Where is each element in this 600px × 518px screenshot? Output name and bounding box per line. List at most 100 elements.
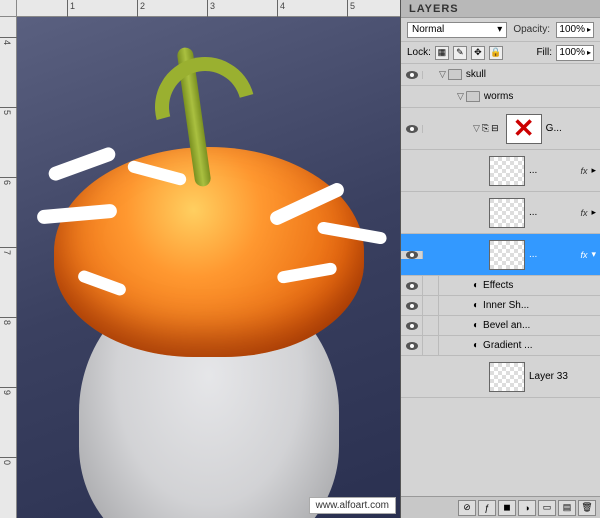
visibility-eye-icon[interactable] <box>406 251 418 259</box>
layer-name[interactable]: worms <box>484 91 600 102</box>
clip-icon: ⎘ <box>482 123 489 134</box>
artwork-image <box>17 17 400 518</box>
twisty-down-icon[interactable]: ▽ <box>473 123 480 134</box>
ruler-corner <box>0 0 17 17</box>
new-layer-button[interactable]: ▤ <box>558 500 576 516</box>
effect-name: Bevel an... <box>483 320 530 331</box>
link-col[interactable] <box>423 296 439 316</box>
fill-value: 100% <box>559 47 585 58</box>
twisty-down-icon[interactable]: ▽ <box>439 69 446 80</box>
ruler-v-tick: 5 <box>2 110 12 115</box>
disabled-mask-x-icon: ✕ <box>507 115 541 143</box>
ruler-vertical: 4 5 6 7 8 9 0 <box>0 17 17 518</box>
twisty-down-icon[interactable]: ▽ <box>457 91 464 102</box>
ruler-v-tick: 8 <box>2 320 12 325</box>
visibility-eye-icon[interactable] <box>406 125 418 133</box>
ruler-horizontal: 1 2 3 4 5 <box>17 0 400 17</box>
opacity-value: 100% <box>559 24 585 35</box>
lock-fill-row: Lock: ▦ ✎ ✥ 🔒 Fill: 100% <box>401 42 600 64</box>
layer-row-g[interactable]: ▽ ⎘ ⊟ ✕ G... <box>401 108 600 150</box>
fx-collapse-icon[interactable]: ▸ <box>591 165 596 176</box>
ruler-h-tick: 3 <box>210 1 215 11</box>
lock-label: Lock: <box>407 47 431 58</box>
layers-panel: LAYERS Normal Opacity: 100% Lock: ▦ ✎ ✥ … <box>400 0 600 518</box>
link-col[interactable] <box>423 316 439 336</box>
layers-panel-footer: ⊘ ƒ ◼ ◑ ▭ ▤ 🗑 <box>401 496 600 518</box>
effects-icon: ◐ <box>473 280 479 291</box>
effects-label: Effects <box>483 280 513 291</box>
layer-thumbnail[interactable] <box>489 240 525 270</box>
link-icon: ⊟ <box>491 123 499 134</box>
ruler-v-tick: 4 <box>2 40 12 45</box>
link-layers-button[interactable]: ⊘ <box>458 500 476 516</box>
fx-badge[interactable]: fx <box>580 208 587 218</box>
blend-mode-value: Normal <box>412 24 444 35</box>
layer-row-fx1[interactable]: ... fx ▸ <box>401 150 600 192</box>
ruler-v-tick: 6 <box>2 180 12 185</box>
effect-bevel[interactable]: ◐ Bevel an... <box>401 316 600 336</box>
delete-layer-button[interactable]: 🗑 <box>578 500 596 516</box>
layer-name[interactable]: ... <box>529 165 580 176</box>
fx-badge[interactable]: fx <box>580 166 587 176</box>
document-canvas[interactable] <box>17 17 400 518</box>
lock-all-icon[interactable]: 🔒 <box>489 46 503 60</box>
lock-transparency-icon[interactable]: ▦ <box>435 46 449 60</box>
layer-mask-thumbnail[interactable]: ✕ <box>506 114 542 144</box>
blend-mode-select[interactable]: Normal <box>407 22 507 38</box>
fx-collapse-icon[interactable]: ▸ <box>591 207 596 218</box>
layer-row-fx2[interactable]: ... fx ▸ <box>401 192 600 234</box>
visibility-eye-icon[interactable] <box>406 302 418 310</box>
lock-position-icon[interactable]: ✥ <box>471 46 485 60</box>
opacity-label: Opacity: <box>513 24 550 35</box>
layer-name[interactable]: ... <box>529 249 580 260</box>
fill-label: Fill: <box>536 47 552 58</box>
fx-expand-icon[interactable]: ▾ <box>591 249 596 260</box>
ruler-v-tick: 0 <box>2 460 12 465</box>
ruler-h-tick: 1 <box>70 1 75 11</box>
opacity-input[interactable]: 100% <box>556 22 594 38</box>
ruler-v-tick: 7 <box>2 250 12 255</box>
fill-input[interactable]: 100% <box>556 45 594 61</box>
fx-badge[interactable]: fx <box>580 250 587 260</box>
layer-group-worms[interactable]: ▽ worms <box>401 86 600 108</box>
link-col[interactable] <box>423 276 439 296</box>
link-col[interactable] <box>423 336 439 356</box>
effect-bullet-icon: ◐ <box>473 340 479 351</box>
ruler-h-tick: 2 <box>140 1 145 11</box>
visibility-eye-icon[interactable] <box>406 71 418 79</box>
effect-bullet-icon: ◐ <box>473 320 479 331</box>
effect-bullet-icon: ◐ <box>473 300 479 311</box>
layers-tab[interactable]: LAYERS <box>401 0 600 18</box>
ruler-h-tick: 4 <box>280 1 285 11</box>
visibility-eye-icon[interactable] <box>406 322 418 330</box>
layer-row-33[interactable]: Layer 33 <box>401 356 600 398</box>
folder-icon <box>466 91 480 102</box>
layer-thumbnail[interactable] <box>489 156 525 186</box>
layer-name[interactable]: Layer 33 <box>529 371 600 382</box>
layer-thumbnail[interactable] <box>489 362 525 392</box>
visibility-eye-icon[interactable] <box>406 342 418 350</box>
layer-mask-button[interactable]: ◼ <box>498 500 516 516</box>
layer-style-button[interactable]: ƒ <box>478 500 496 516</box>
effects-header: ◐ Effects <box>401 276 600 296</box>
effect-name: Inner Sh... <box>483 300 529 311</box>
new-group-button[interactable]: ▭ <box>538 500 556 516</box>
ruler-v-tick: 9 <box>2 390 12 395</box>
lock-pixels-icon[interactable]: ✎ <box>453 46 467 60</box>
effect-gradient[interactable]: ◐ Gradient ... <box>401 336 600 356</box>
visibility-eye-icon[interactable] <box>406 282 418 290</box>
layer-name[interactable]: skull <box>466 69 600 80</box>
layer-group-skull[interactable]: ▽ skull <box>401 64 600 86</box>
layer-thumbnail[interactable] <box>489 198 525 228</box>
layer-name[interactable]: ... <box>529 207 580 218</box>
blend-opacity-row: Normal Opacity: 100% <box>401 18 600 42</box>
watermark: www.alfoart.com <box>309 497 396 514</box>
adjustment-layer-button[interactable]: ◑ <box>518 500 536 516</box>
effect-inner-shadow[interactable]: ◐ Inner Sh... <box>401 296 600 316</box>
effect-name: Gradient ... <box>483 340 532 351</box>
layer-name[interactable]: G... <box>546 123 600 134</box>
layer-row-selected[interactable]: ... fx ▾ <box>401 234 600 276</box>
layers-list[interactable]: ▽ skull ▽ worms ▽ ⎘ ⊟ ✕ G... <box>401 64 600 496</box>
folder-icon <box>448 69 462 80</box>
ruler-h-tick: 5 <box>350 1 355 11</box>
